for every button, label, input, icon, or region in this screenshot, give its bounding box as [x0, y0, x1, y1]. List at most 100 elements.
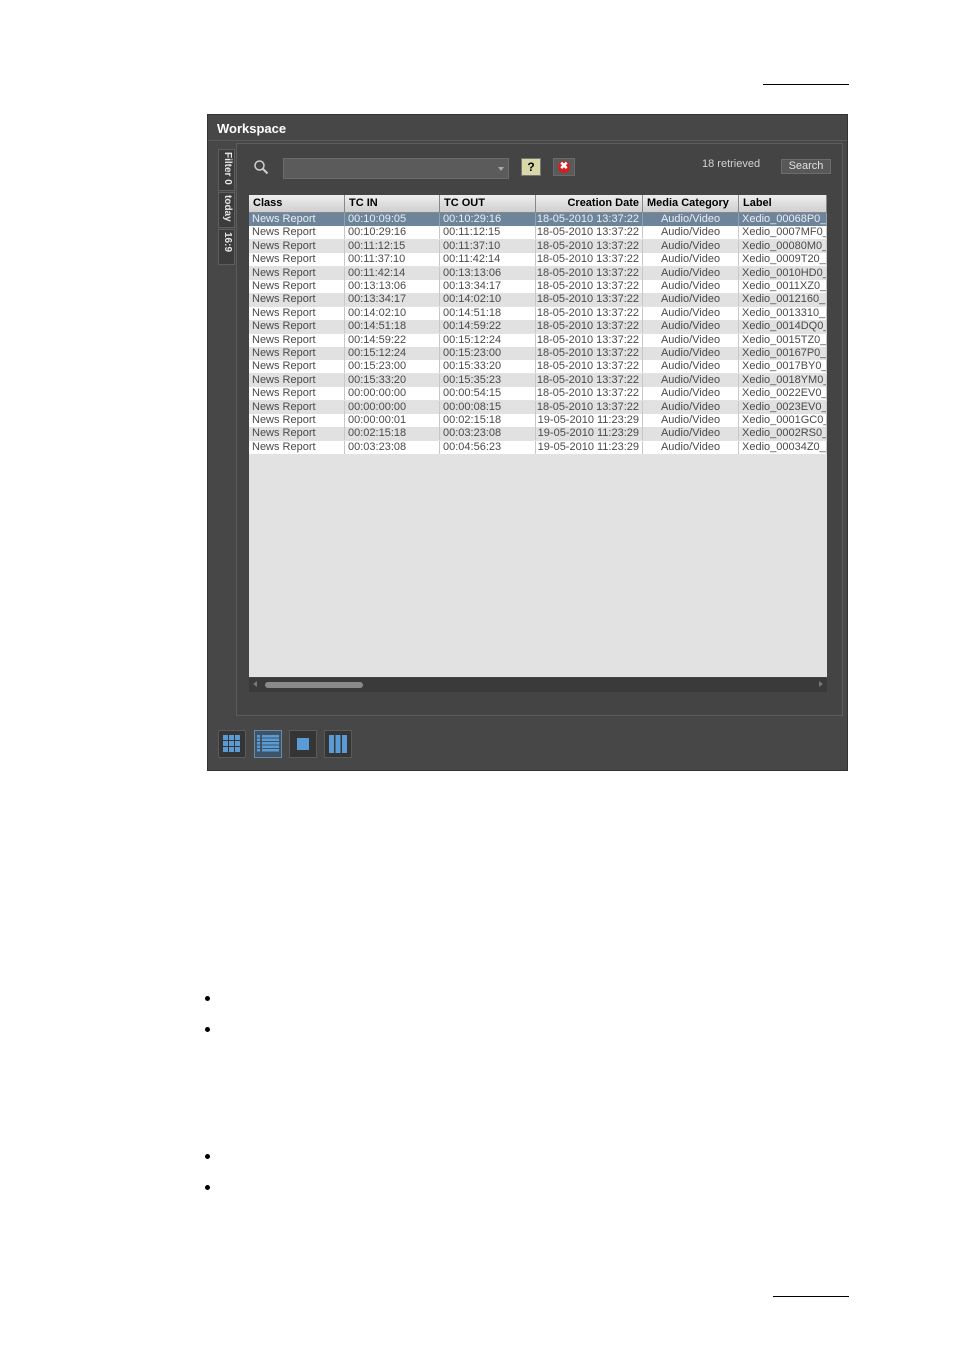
- table-cell: Xedio_0017BY0_1: [739, 360, 827, 374]
- search-input[interactable]: [283, 158, 509, 179]
- tab-filter[interactable]: Filter 0: [218, 149, 235, 191]
- table-cell: 00:13:34:17: [440, 280, 536, 293]
- table-row[interactable]: News Report 00:00:00:01 00:02:15:18 19-05-2…: [249, 414, 827, 427]
- grid-view-button[interactable]: [218, 730, 246, 758]
- table-cell: News Report: [249, 347, 345, 360]
- column-header[interactable]: Creation Date: [536, 195, 643, 212]
- table-cell: Xedio_0015TZ0_1: [739, 333, 827, 347]
- table-cell: Xedio_00080M0_1: [739, 239, 827, 253]
- table-cell: News Report: [249, 306, 345, 320]
- title-separator: [208, 140, 847, 141]
- table-cell: Xedio_0010HD0_1: [739, 266, 827, 280]
- table-row[interactable]: News Report 00:15:12:24 00:15:23:00 18-05-2…: [249, 347, 827, 360]
- table-cell: 19-05-2010 11:23:29: [536, 414, 643, 427]
- table-cell: News Report: [249, 360, 345, 374]
- table-row[interactable]: News Report 00:15:33:20 00:15:35:23 18-05-2…: [249, 373, 827, 387]
- table-cell: News Report: [249, 387, 345, 401]
- table-cell: Xedio_0009T20_1: [739, 253, 827, 267]
- table-row[interactable]: News Report 00:00:00:00 00:00:54:15 18-05-2…: [249, 387, 827, 401]
- header-rule: [763, 84, 849, 85]
- table-cell: 00:02:15:18: [345, 427, 440, 441]
- single-view-button[interactable]: [289, 730, 317, 758]
- tab-today[interactable]: today: [218, 192, 235, 228]
- list-view-button[interactable]: [254, 730, 282, 758]
- table-cell: Audio/Video: [643, 414, 739, 427]
- help-button[interactable]: ?: [521, 158, 541, 176]
- table-cell: 00:15:35:23: [440, 373, 536, 387]
- table-row[interactable]: News Report 00:11:37:10 00:11:42:14 18-05-2…: [249, 253, 827, 267]
- column-header[interactable]: TC OUT: [440, 195, 536, 212]
- table-cell: 00:00:00:01: [345, 414, 440, 427]
- table-row[interactable]: News Report 00:15:23:00 00:15:33:20 18-05-2…: [249, 360, 827, 374]
- tab-16-9[interactable]: 16:9: [218, 229, 235, 265]
- table-row[interactable]: News Report 00:14:51:18 00:14:59:22 18-05-2…: [249, 320, 827, 334]
- table-cell: 00:14:51:18: [345, 320, 440, 334]
- clear-search-button[interactable]: ✖: [553, 158, 575, 176]
- table-row[interactable]: News Report 00:10:09:05 00:10:29:16 18-05-2…: [249, 213, 827, 226]
- table-cell: 18-05-2010 13:37:22: [536, 306, 643, 320]
- chevron-down-icon[interactable]: [498, 167, 504, 171]
- table-row[interactable]: News Report 00:14:59:22 00:15:12:24 18-05-2…: [249, 333, 827, 347]
- table-cell: Audio/Video: [643, 400, 739, 414]
- table-cell: 00:15:33:20: [345, 373, 440, 387]
- table-cell: 18-05-2010 13:37:22: [536, 347, 643, 360]
- table-cell: News Report: [249, 414, 345, 427]
- table-cell: Xedio_00034Z0_1: [739, 440, 827, 454]
- table-cell: Audio/Video: [643, 320, 739, 334]
- table-cell: Xedio_0001GC0_1: [739, 414, 827, 427]
- table-cell: News Report: [249, 400, 345, 414]
- column-header[interactable]: Class: [249, 195, 345, 212]
- table-cell: 00:15:33:20: [440, 360, 536, 374]
- table-cell: Audio/Video: [643, 306, 739, 320]
- table-cell: Audio/Video: [643, 347, 739, 360]
- table-row[interactable]: News Report 00:11:12:15 00:11:37:10 18-05-2…: [249, 239, 827, 253]
- table-cell: 18-05-2010 13:37:22: [536, 253, 643, 267]
- table-cell: News Report: [249, 427, 345, 441]
- table-cell: Audio/Video: [643, 213, 739, 226]
- table-cell: Audio/Video: [643, 427, 739, 441]
- table-cell: Audio/Video: [643, 226, 739, 240]
- table-row[interactable]: News Report 00:14:02:10 00:14:51:18 18-05-2…: [249, 306, 827, 320]
- scroll-left-icon[interactable]: [253, 681, 257, 687]
- table-row[interactable]: News Report 00:13:13:06 00:13:34:17 18-05-2…: [249, 280, 827, 293]
- table-cell: News Report: [249, 333, 345, 347]
- list-view-icon: [257, 735, 279, 753]
- table-cell: 00:15:23:00: [345, 360, 440, 374]
- table-cell: Audio/Video: [643, 333, 739, 347]
- grid-view-icon: [223, 735, 241, 753]
- column-header[interactable]: Media Category: [643, 195, 739, 212]
- table-cell: 00:14:59:22: [345, 333, 440, 347]
- table-cell: News Report: [249, 226, 345, 240]
- scrollbar-thumb[interactable]: [265, 682, 363, 688]
- table-cell: 00:13:34:17: [345, 293, 440, 307]
- tab-today-label: today: [222, 195, 233, 222]
- table-cell: 00:10:29:16: [440, 213, 536, 226]
- table-cell: 00:10:09:05: [345, 213, 440, 226]
- table-cell: 18-05-2010 13:37:22: [536, 387, 643, 401]
- table-row[interactable]: News Report 00:11:42:14 00:13:13:06 18-05-2…: [249, 266, 827, 280]
- table-cell: 00:11:12:15: [440, 226, 536, 240]
- column-header[interactable]: TC IN: [345, 195, 440, 212]
- table-row[interactable]: News Report 00:13:34:17 00:14:02:10 18-05-2…: [249, 293, 827, 307]
- table-header: Class TC IN TC OUT Creation Date Media Categ…: [249, 195, 827, 213]
- table-cell: 18-05-2010 13:37:22: [536, 400, 643, 414]
- table-cell: Audio/Video: [643, 239, 739, 253]
- column-header[interactable]: Label: [739, 195, 827, 212]
- table-row[interactable]: News Report 00:02:15:18 00:03:23:08 19-05-2…: [249, 427, 827, 441]
- table-row[interactable]: News Report 00:00:00:00 00:00:08:15 18-05-2…: [249, 400, 827, 414]
- search-button[interactable]: Search: [781, 159, 831, 174]
- table-cell: 00:11:42:14: [345, 266, 440, 280]
- horizontal-scrollbar[interactable]: [249, 678, 827, 692]
- table-cell: 00:13:13:06: [345, 280, 440, 293]
- scroll-right-icon[interactable]: [819, 681, 823, 687]
- table-cell: News Report: [249, 239, 345, 253]
- table-cell: Audio/Video: [643, 440, 739, 454]
- table-row[interactable]: News Report 00:10:29:16 00:11:12:15 18-05-2…: [249, 226, 827, 240]
- table-row[interactable]: News Report 00:03:23:08 00:04:56:23 19-05-2…: [249, 440, 827, 454]
- columns-view-icon: [329, 735, 347, 753]
- columns-view-button[interactable]: [324, 730, 352, 758]
- table-cell: Xedio_00167P0_1: [739, 347, 827, 360]
- table-cell: 00:03:23:08: [440, 427, 536, 441]
- window-title: Workspace: [217, 121, 287, 136]
- footer-rule: [773, 1296, 849, 1297]
